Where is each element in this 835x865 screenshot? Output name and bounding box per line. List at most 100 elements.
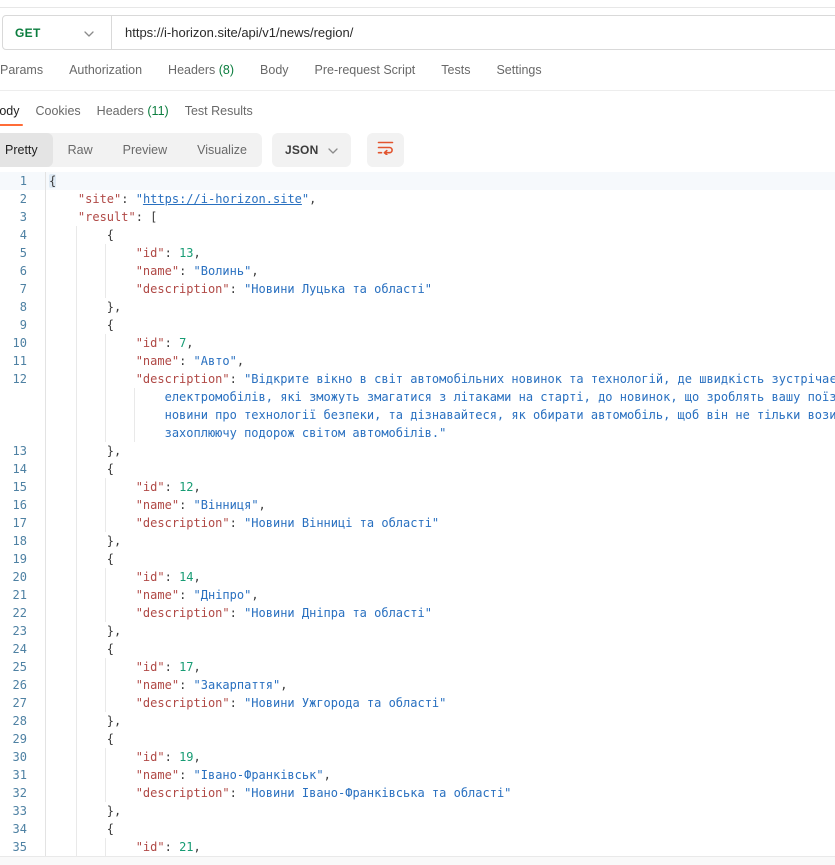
view-mode-visualize[interactable]: Visualize: [182, 133, 262, 167]
json-token: :: [230, 786, 244, 800]
code-line: 26 "name": "Закарпаття",: [0, 676, 835, 694]
tab-label: Settings: [496, 63, 541, 77]
line-number: 12: [0, 370, 46, 388]
wrap-lines-button[interactable]: [367, 133, 404, 167]
response-tab-headers[interactable]: Headers (11): [89, 91, 177, 131]
code-line-content: "name": "Закарпаття",: [46, 676, 835, 694]
json-token: "description": [136, 282, 230, 296]
json-token: "Новини Ужгорода та області": [244, 696, 446, 710]
indent-guide: [76, 298, 77, 316]
response-body-toolbar: PrettyRawPreviewVisualize JSON: [0, 133, 835, 167]
json-token: 21: [179, 840, 193, 854]
request-tab-tests[interactable]: Tests: [428, 63, 483, 77]
tab-label: Body: [260, 63, 289, 77]
indent-guide: [76, 532, 77, 550]
indent-guide: [105, 514, 106, 532]
response-tab-test-results[interactable]: Test Results: [177, 91, 261, 131]
indent-guide: [76, 388, 77, 406]
language-selector[interactable]: JSON: [272, 133, 351, 167]
tab-count-badge: (8): [215, 63, 234, 77]
code-line-content: "id": 12,: [46, 478, 835, 496]
indent-guide: [105, 766, 106, 784]
json-token: ,: [194, 246, 201, 260]
url-input[interactable]: [112, 16, 835, 49]
json-token: ": [136, 192, 143, 206]
method-selector[interactable]: GET: [3, 16, 112, 49]
view-mode-raw[interactable]: Raw: [53, 133, 108, 167]
json-token: {: [107, 552, 114, 566]
code-line: 21 "name": "Дніпро",: [0, 586, 835, 604]
top-divider: [0, 0, 835, 8]
tab-label: Headers: [97, 104, 144, 118]
view-mode-pretty[interactable]: Pretty: [0, 133, 53, 167]
line-number: 33: [0, 802, 46, 820]
code-line: 27 "description": "Новини Ужгорода та об…: [0, 694, 835, 712]
code-line-content: },: [46, 532, 835, 550]
horizontal-scrollbar[interactable]: [0, 856, 835, 865]
json-token: "id": [136, 336, 165, 350]
code-line-content: {: [46, 460, 835, 478]
response-tab-cookies[interactable]: Cookies: [28, 91, 89, 131]
request-tab-body[interactable]: Body: [247, 63, 302, 77]
request-tab-settings[interactable]: Settings: [483, 63, 554, 77]
tab-label: Test Results: [185, 104, 253, 118]
code-line-content: електромобілів, які зможуть змагатися з …: [46, 388, 835, 406]
json-token: ,: [194, 750, 201, 764]
code-line-content: "name": "Івано-Франківськ",: [46, 766, 835, 784]
tab-count-badge: (11): [144, 104, 169, 118]
indent-guide: [76, 658, 77, 676]
indent-guide: [105, 244, 106, 262]
code-line: 19 {: [0, 550, 835, 568]
request-tab-authorization[interactable]: Authorization: [56, 63, 155, 77]
response-tab-body[interactable]: Body: [0, 91, 28, 131]
json-token: 12: [179, 480, 193, 494]
request-tab-headers[interactable]: Headers (8): [155, 63, 247, 77]
indent-guide: [105, 388, 106, 406]
line-number: 29: [0, 730, 46, 748]
json-token: :: [179, 588, 193, 602]
json-token: "id": [136, 750, 165, 764]
code-line-content: "id": 19,: [46, 748, 835, 766]
json-token: ,: [259, 498, 266, 512]
indent-guide: [76, 460, 77, 478]
line-number: 17: [0, 514, 46, 532]
request-tab-pre-request-script[interactable]: Pre-request Script: [302, 63, 429, 77]
json-token: ,: [280, 678, 287, 692]
indent-guide: [76, 568, 77, 586]
indent-guide: [76, 442, 77, 460]
json-response-viewer[interactable]: 1{2 "site": "https://i-horizon.site",3 "…: [0, 172, 835, 856]
view-mode-preview[interactable]: Preview: [108, 133, 182, 167]
json-token: "description": [136, 372, 230, 386]
json-token: "description": [136, 606, 230, 620]
json-token: {: [107, 732, 114, 746]
code-line: електромобілів, які зможуть змагатися з …: [0, 388, 835, 406]
json-token: "name": [136, 588, 179, 602]
request-bar-section: GET: [0, 8, 835, 50]
indent-guide: [76, 784, 77, 802]
code-line: 3 "result": [: [0, 208, 835, 226]
json-token: ,: [186, 336, 193, 350]
code-line-content: "name": "Волинь",: [46, 262, 835, 280]
request-tabs: ParamsAuthorizationHeaders (8) Body Pre-re…: [0, 50, 835, 91]
json-token: :: [179, 264, 193, 278]
line-number: 14: [0, 460, 46, 478]
code-line: 24 {: [0, 640, 835, 658]
json-token: захоплюючу подорож світом автомобілів.": [165, 426, 447, 440]
indent-guide: [76, 604, 77, 622]
line-number: 15: [0, 478, 46, 496]
line-number: 20: [0, 568, 46, 586]
indent-guide: [105, 262, 106, 280]
request-tab-params[interactable]: Params: [0, 63, 56, 77]
line-number: 1: [0, 172, 46, 190]
code-line: 9 {: [0, 316, 835, 334]
code-line-content: {: [46, 226, 835, 244]
code-line: 11 "name": "Авто",: [0, 352, 835, 370]
line-number: 30: [0, 748, 46, 766]
code-line: 14 {: [0, 460, 835, 478]
indent-guide: [105, 334, 106, 352]
code-line: 22 "description": "Новини Дніпра та обла…: [0, 604, 835, 622]
line-number: 10: [0, 334, 46, 352]
json-token: ,: [194, 570, 201, 584]
json-link[interactable]: https://i-horizon.site: [143, 192, 302, 206]
json-token: новини про технології безпеки, та дізнав…: [165, 408, 835, 422]
